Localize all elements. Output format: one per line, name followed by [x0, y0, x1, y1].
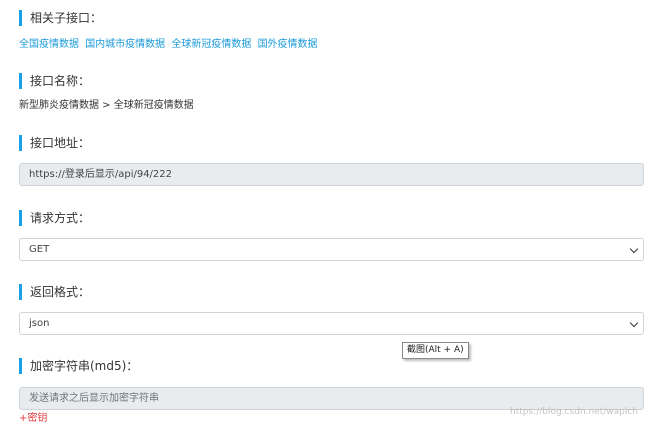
api-url-value: https://登录后显示/api/94/222 — [29, 169, 173, 180]
chevron-down-icon — [629, 318, 639, 328]
related-apis-title: 相关子接口： — [19, 10, 102, 26]
api-name-value: 新型肺炎疫情数据 > 全球新冠疫情数据 — [19, 100, 194, 111]
api-url-title: 接口地址： — [19, 135, 90, 151]
watermark: https://blog.csdn.net/waplch — [510, 407, 639, 417]
api-url-field[interactable]: https://登录后显示/api/94/222 — [19, 163, 644, 186]
chevron-down-icon — [629, 244, 639, 254]
format-title: 返回格式： — [19, 284, 90, 300]
link-foreign-data[interactable]: 国外疫情数据 — [258, 39, 318, 50]
link-domestic-city-data[interactable]: 国内城市疫情数据 — [85, 39, 165, 50]
format-selected-value: json — [29, 318, 50, 329]
secret-title: 加密字符串(md5)： — [19, 358, 138, 374]
method-select[interactable]: GET — [19, 238, 644, 261]
secret-placeholder: 发送请求之后显示加密字符串 — [29, 393, 159, 404]
add-secret-key-link[interactable]: +密钥 — [19, 409, 47, 424]
api-name-title: 接口名称： — [19, 73, 90, 89]
method-selected-value: GET — [29, 244, 50, 255]
format-select[interactable]: json — [19, 312, 644, 335]
related-apis-links: 全国疫情数据 国内城市疫情数据 全球新冠疫情数据 国外疫情数据 — [19, 38, 321, 52]
method-title: 请求方式： — [19, 210, 90, 226]
link-global-covid-data[interactable]: 全球新冠疫情数据 — [171, 39, 251, 50]
screenshot-tooltip: 截图(Alt + A) — [402, 342, 469, 359]
link-national-data[interactable]: 全国疫情数据 — [19, 39, 79, 50]
